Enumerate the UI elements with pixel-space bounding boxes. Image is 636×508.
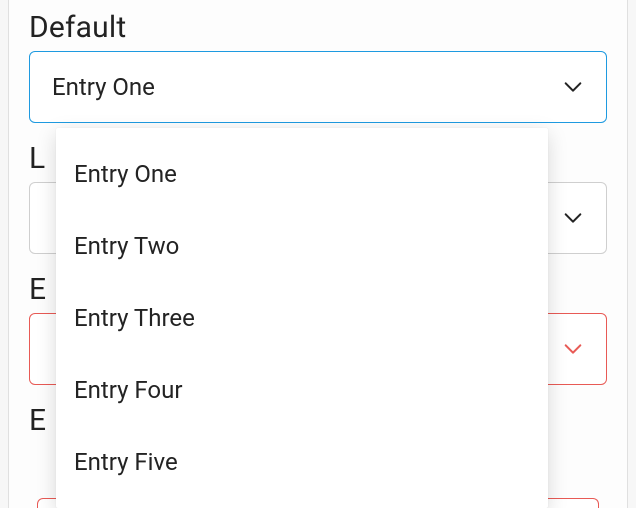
dropdown-item[interactable]: Entry Three (56, 282, 548, 354)
field-default: Default Entry One (29, 10, 607, 123)
dropdown-menu: Entry One Entry Two Entry Three Entry Fo… (56, 128, 548, 508)
dropdown-item[interactable]: Entry Two (56, 210, 548, 282)
dropdown-item[interactable]: Entry Four (56, 354, 548, 426)
select-default[interactable]: Entry One (29, 51, 607, 123)
chevron-down-icon (562, 76, 584, 98)
chevron-down-icon (562, 338, 584, 360)
select-value: Entry One (52, 73, 562, 101)
form-page: Default Entry One L E E (8, 0, 628, 508)
dropdown-item[interactable]: Entry One (56, 138, 548, 210)
field-label-default: Default (29, 10, 607, 45)
chevron-down-icon (562, 207, 584, 229)
dropdown-item[interactable]: Entry Five (56, 426, 548, 498)
